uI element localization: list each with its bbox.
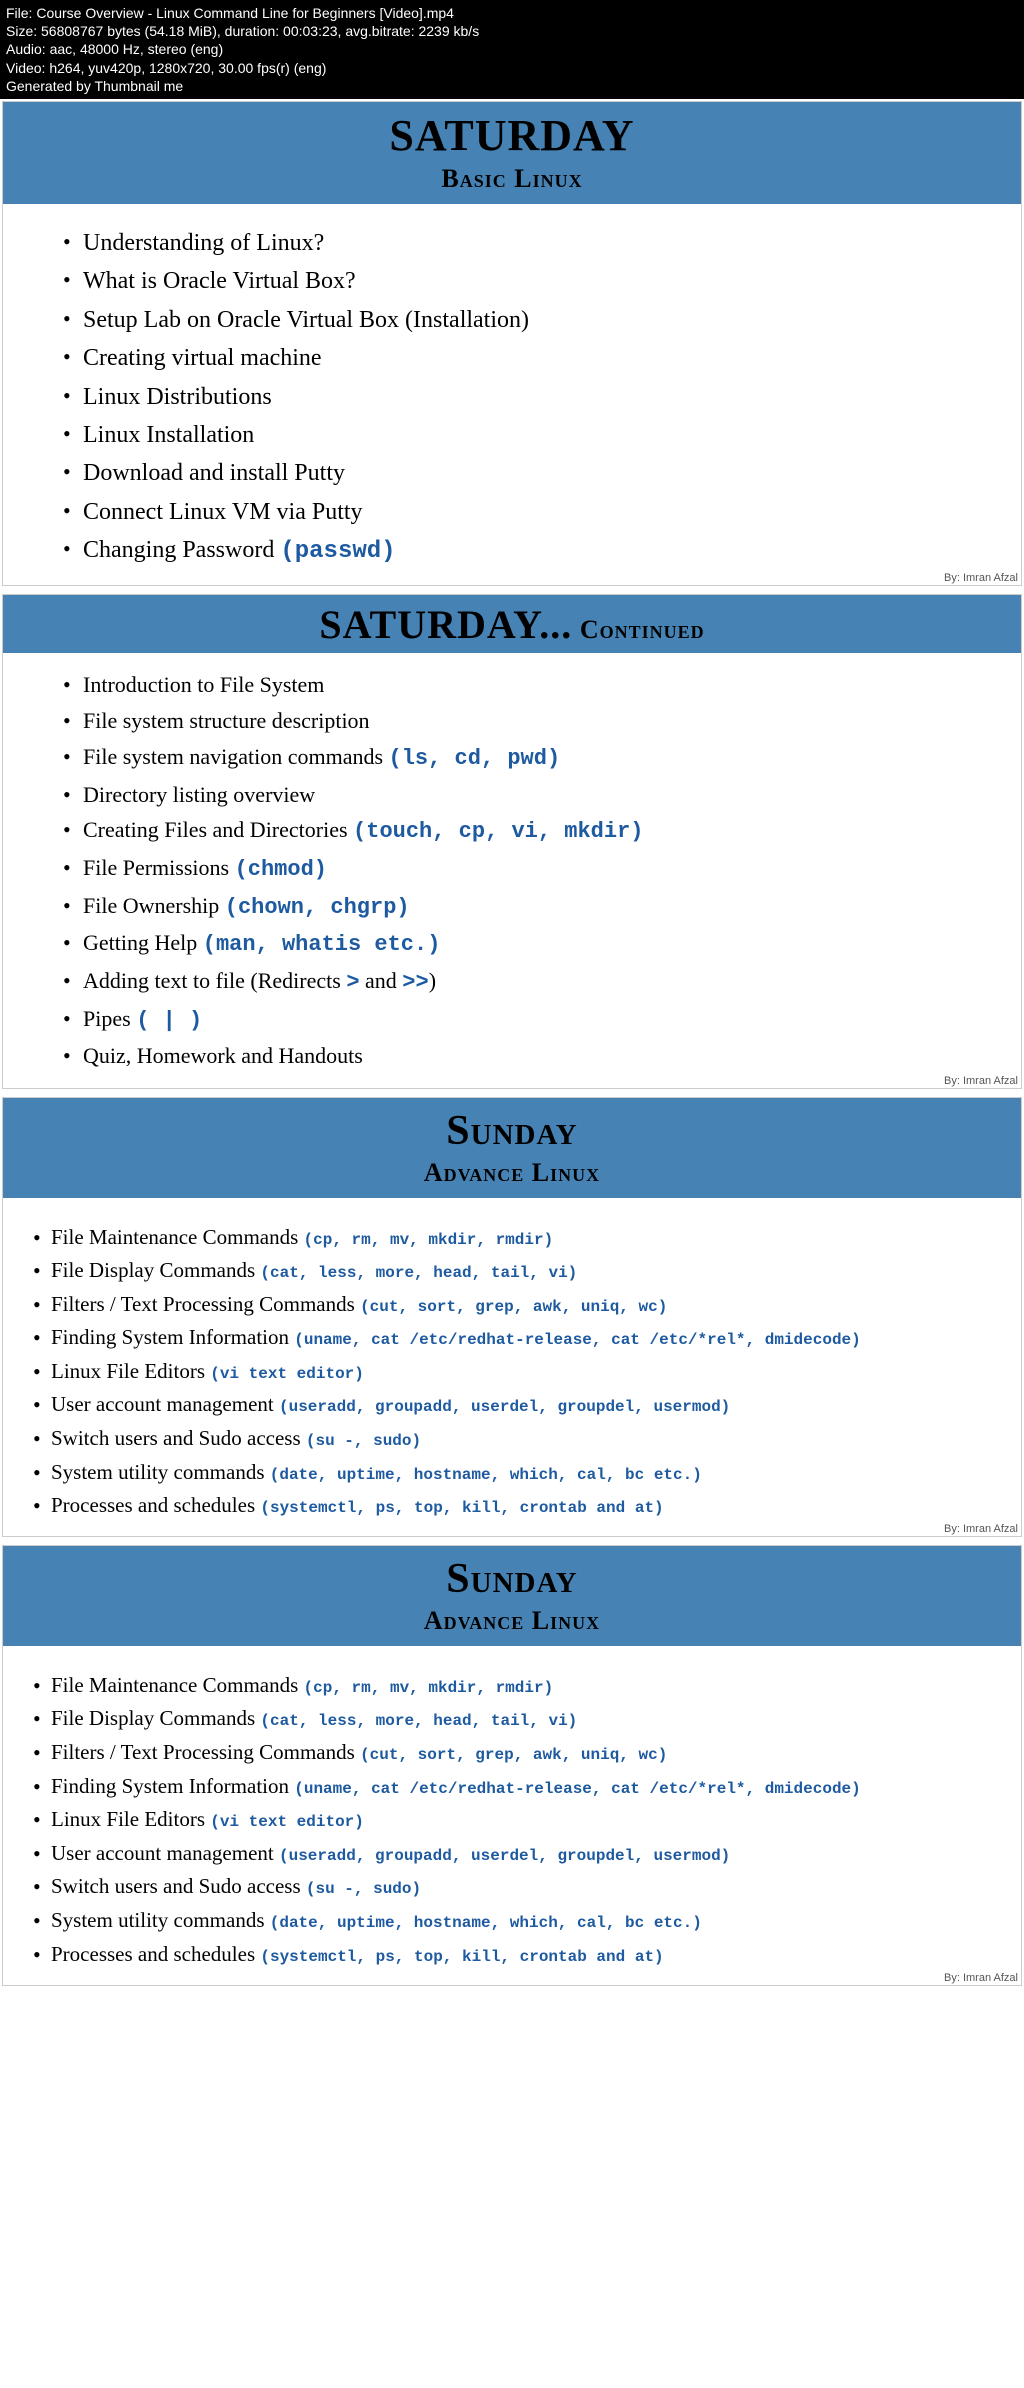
command-text: (vi text editor) <box>210 1365 364 1383</box>
list-item: Adding text to file (Redirects > and >>) <box>63 963 981 1001</box>
slide-title: SATURDAY... <box>319 602 572 647</box>
list-item: File Display Commands (cat, less, more, … <box>33 1254 1001 1288</box>
list-item: Introduction to File System <box>63 667 981 703</box>
slide-body: File Maintenance Commands (cp, rm, mv, m… <box>3 1198 1021 1536</box>
info-size: Size: 56808767 bytes (54.18 MiB), durati… <box>6 22 1018 40</box>
command-text: (su -, sudo) <box>306 1880 421 1898</box>
slide-header: Sunday Advance Linux <box>3 1098 1021 1198</box>
info-video: Video: h264, yuv420p, 1280x720, 30.00 fp… <box>6 59 1018 77</box>
topic-list: Understanding of Linux? What is Oracle V… <box>63 224 981 572</box>
slide-body: Understanding of Linux? What is Oracle V… <box>3 204 1021 586</box>
list-item: Switch users and Sudo access (su -, sudo… <box>33 1422 1001 1456</box>
topic-list: Introduction to File System File system … <box>63 667 981 1074</box>
list-item: Pipes ( | ) <box>63 1001 981 1039</box>
slide-sunday-advance-2: Sunday Advance Linux File Maintenance Co… <box>2 1545 1022 1985</box>
info-generated: Generated by Thumbnail me <box>6 77 1018 95</box>
topic-list: File Maintenance Commands (cp, rm, mv, m… <box>33 1668 1001 1970</box>
list-item: System utility commands (date, uptime, h… <box>33 1455 1001 1489</box>
list-item: Linux Distributions <box>63 378 981 416</box>
credit-text: By: Imran Afzal <box>944 572 1018 584</box>
command-text: (cut, sort, grep, awk, uniq, wc) <box>360 1746 667 1764</box>
slide-header: Sunday Advance Linux <box>3 1546 1021 1646</box>
command-text: (cut, sort, grep, awk, uniq, wc) <box>360 1298 667 1316</box>
list-item: File system navigation commands (ls, cd,… <box>63 739 981 777</box>
slide-title: Sunday <box>3 1558 1021 1600</box>
list-item: Switch users and Sudo access (su -, sudo… <box>33 1870 1001 1904</box>
list-item: Download and install Putty <box>63 454 981 492</box>
command-text: (cat, less, more, head, tail, vi) <box>260 1264 577 1282</box>
command-text: (systemctl, ps, top, kill, crontab and a… <box>260 1499 663 1517</box>
command-text: (passwd) <box>280 538 395 565</box>
command-text: >> <box>402 970 428 995</box>
list-item: Processes and schedules (systemctl, ps, … <box>33 1489 1001 1523</box>
slide-header: SATURDAY Basic Linux <box>3 102 1021 204</box>
command-text: (date, uptime, hostname, which, cal, bc … <box>270 1914 702 1932</box>
list-item: Linux File Editors (vi text editor) <box>33 1803 1001 1837</box>
list-item: Directory listing overview <box>63 777 981 813</box>
video-info-bar: File: Course Overview - Linux Command Li… <box>0 0 1024 99</box>
list-item: Filters / Text Processing Commands (cut,… <box>33 1287 1001 1321</box>
list-item: File Display Commands (cat, less, more, … <box>33 1702 1001 1736</box>
command-text: (chmod) <box>235 857 327 882</box>
command-text: (ls, cd, pwd) <box>389 746 561 771</box>
slide-saturday-basic: SATURDAY Basic Linux Understanding of Li… <box>2 101 1022 587</box>
slide-title-continued: Continued <box>572 615 704 644</box>
command-text: (systemctl, ps, top, kill, crontab and a… <box>260 1948 663 1966</box>
command-text: ( | ) <box>136 1008 202 1033</box>
list-item: File Ownership (chown, chgrp) <box>63 888 981 926</box>
list-item: Connect Linux VM via Putty <box>63 493 981 531</box>
slide-header: SATURDAY... Continued <box>3 595 1021 653</box>
command-text: (date, uptime, hostname, which, cal, bc … <box>270 1466 702 1484</box>
list-item: Processes and schedules (systemctl, ps, … <box>33 1937 1001 1971</box>
info-file: File: Course Overview - Linux Command Li… <box>6 4 1018 22</box>
slide-title: Sunday <box>3 1110 1021 1152</box>
command-text: (useradd, groupadd, userdel, groupdel, u… <box>279 1847 730 1865</box>
credit-text: By: Imran Afzal <box>944 1972 1018 1984</box>
list-item: Setup Lab on Oracle Virtual Box (Install… <box>63 301 981 339</box>
slide-subtitle: Advance Linux <box>3 1158 1021 1188</box>
list-item: Creating Files and Directories (touch, c… <box>63 812 981 850</box>
list-item: Linux Installation <box>63 416 981 454</box>
list-item: Filters / Text Processing Commands (cut,… <box>33 1736 1001 1770</box>
slide-subtitle: Advance Linux <box>3 1606 1021 1636</box>
command-text: (man, whatis etc.) <box>203 932 441 957</box>
list-item: Quiz, Homework and Handouts <box>63 1038 981 1074</box>
slide-subtitle: Basic Linux <box>3 164 1021 194</box>
command-text: (vi text editor) <box>210 1813 364 1831</box>
list-item: Linux File Editors (vi text editor) <box>33 1354 1001 1388</box>
topic-list: File Maintenance Commands (cp, rm, mv, m… <box>33 1220 1001 1522</box>
slide-title: SATURDAY <box>3 114 1021 158</box>
list-item: Finding System Information (uname, cat /… <box>33 1321 1001 1355</box>
list-item: System utility commands (date, uptime, h… <box>33 1904 1001 1938</box>
list-item: What is Oracle Virtual Box? <box>63 262 981 300</box>
command-text: (su -, sudo) <box>306 1432 421 1450</box>
command-text: > <box>346 970 359 995</box>
list-item: User account management (useradd, groupa… <box>33 1836 1001 1870</box>
command-text: (uname, cat /etc/redhat-release, cat /et… <box>294 1780 861 1798</box>
command-text: (uname, cat /etc/redhat-release, cat /et… <box>294 1331 861 1349</box>
command-text: (useradd, groupadd, userdel, groupdel, u… <box>279 1398 730 1416</box>
credit-text: By: Imran Afzal <box>944 1075 1018 1087</box>
slide-body: File Maintenance Commands (cp, rm, mv, m… <box>3 1646 1021 1984</box>
credit-text: By: Imran Afzal <box>944 1523 1018 1535</box>
list-item: Getting Help (man, whatis etc.) <box>63 925 981 963</box>
list-item: Changing Password (passwd) <box>63 531 981 571</box>
command-text: (chown, chgrp) <box>225 895 410 920</box>
info-audio: Audio: aac, 48000 Hz, stereo (eng) <box>6 40 1018 58</box>
command-text: (cp, rm, mv, mkdir, rmdir) <box>304 1679 554 1697</box>
slide-body: Introduction to File System File system … <box>3 653 1021 1088</box>
command-text: (touch, cp, vi, mkdir) <box>353 819 643 844</box>
command-text: (cp, rm, mv, mkdir, rmdir) <box>304 1231 554 1249</box>
command-text: (cat, less, more, head, tail, vi) <box>260 1712 577 1730</box>
slide-sunday-advance-1: Sunday Advance Linux File Maintenance Co… <box>2 1097 1022 1537</box>
list-item: User account management (useradd, groupa… <box>33 1388 1001 1422</box>
slide-saturday-continued: SATURDAY... Continued Introduction to Fi… <box>2 594 1022 1089</box>
list-item: File Maintenance Commands (cp, rm, mv, m… <box>33 1668 1001 1702</box>
list-item: Finding System Information (uname, cat /… <box>33 1769 1001 1803</box>
list-item: File Maintenance Commands (cp, rm, mv, m… <box>33 1220 1001 1254</box>
list-item: File Permissions (chmod) <box>63 850 981 888</box>
list-item: Understanding of Linux? <box>63 224 981 262</box>
list-item: Creating virtual machine <box>63 339 981 377</box>
list-item: File system structure description <box>63 703 981 739</box>
